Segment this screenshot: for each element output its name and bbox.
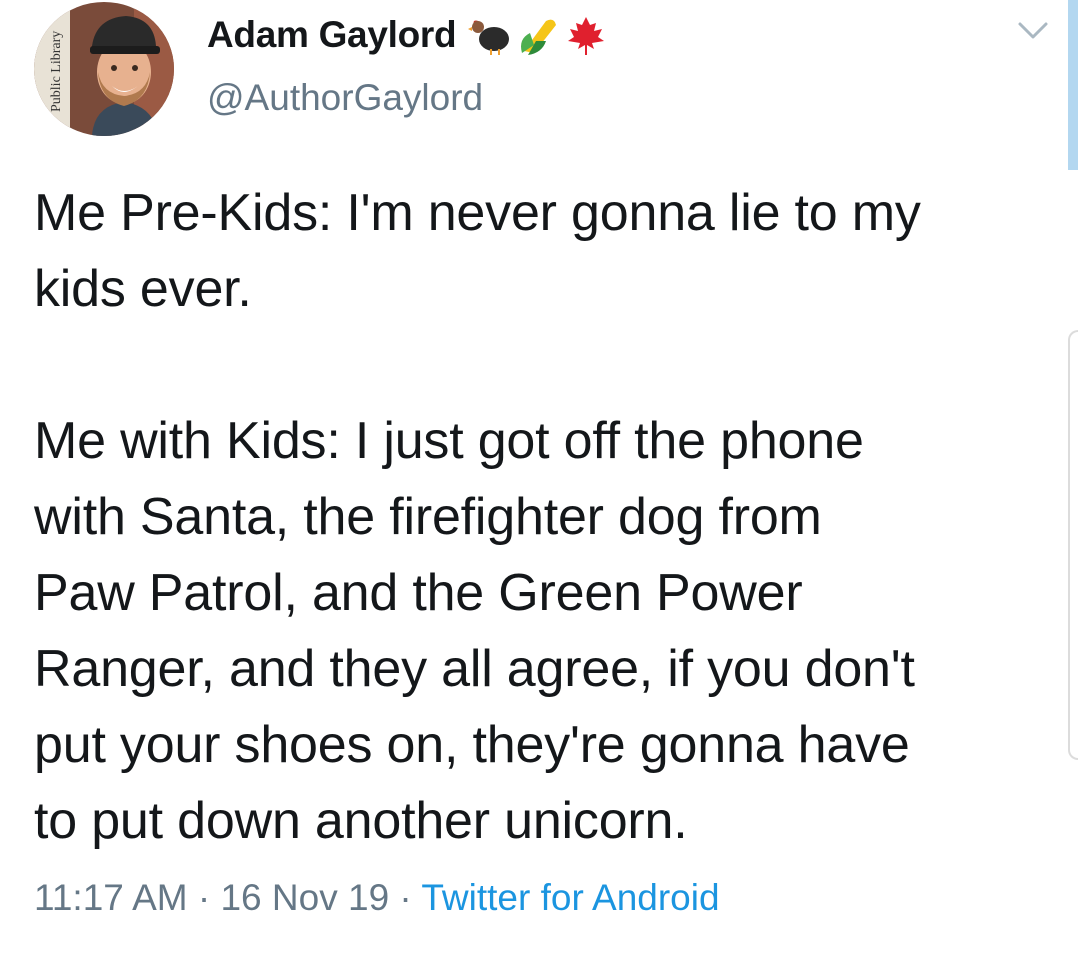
meta-separator: ·: [187, 877, 221, 918]
author-name-row: Adam Gaylord: [207, 12, 608, 58]
tweet-line: Me Pre-Kids: I'm never gonna lie to my: [34, 184, 921, 242]
tweet-date[interactable]: 16 Nov 19: [220, 877, 389, 918]
tweet-line: Paw Patrol, and the Green Power: [34, 564, 803, 622]
tweet-line: with Santa, the firefighter dog from: [34, 488, 822, 546]
tweet-line: Me with Kids: I just got off the phone: [34, 412, 864, 470]
tweet-line: kids ever.: [34, 260, 252, 318]
tweet-source-link[interactable]: Twitter for Android: [421, 877, 719, 918]
avatar-photo: Public Library: [34, 2, 174, 136]
name-emojis: [468, 15, 608, 55]
author-handle[interactable]: @AuthorGaylord: [207, 77, 483, 119]
chevron-down-icon[interactable]: [1016, 18, 1050, 44]
avatar[interactable]: Public Library: [34, 2, 174, 136]
scrollbar-indicator[interactable]: [1068, 0, 1078, 170]
tweet-time[interactable]: 11:17 AM: [34, 877, 188, 918]
maple-leaf-icon: [564, 15, 608, 55]
meta-separator: ·: [389, 877, 422, 918]
avatar-sign-text: Public Library: [49, 31, 64, 112]
author-display-name[interactable]: Adam Gaylord: [207, 14, 457, 56]
tweet-text: Me Pre-Kids: I'm never gonna lie to my k…: [34, 175, 1059, 859]
tweet-line: to put down another unicorn.: [34, 792, 688, 850]
turkey-icon: [468, 15, 512, 55]
scrollbar-track[interactable]: [1068, 330, 1078, 760]
corn-icon: [516, 15, 560, 55]
tweet-meta: 11:17 AM · 16 Nov 19 · Twitter for Andro…: [34, 877, 720, 919]
tweet-line: Ranger, and they all agree, if you don't: [34, 640, 915, 698]
tweet-line: put your shoes on, they're gonna have: [34, 716, 910, 774]
